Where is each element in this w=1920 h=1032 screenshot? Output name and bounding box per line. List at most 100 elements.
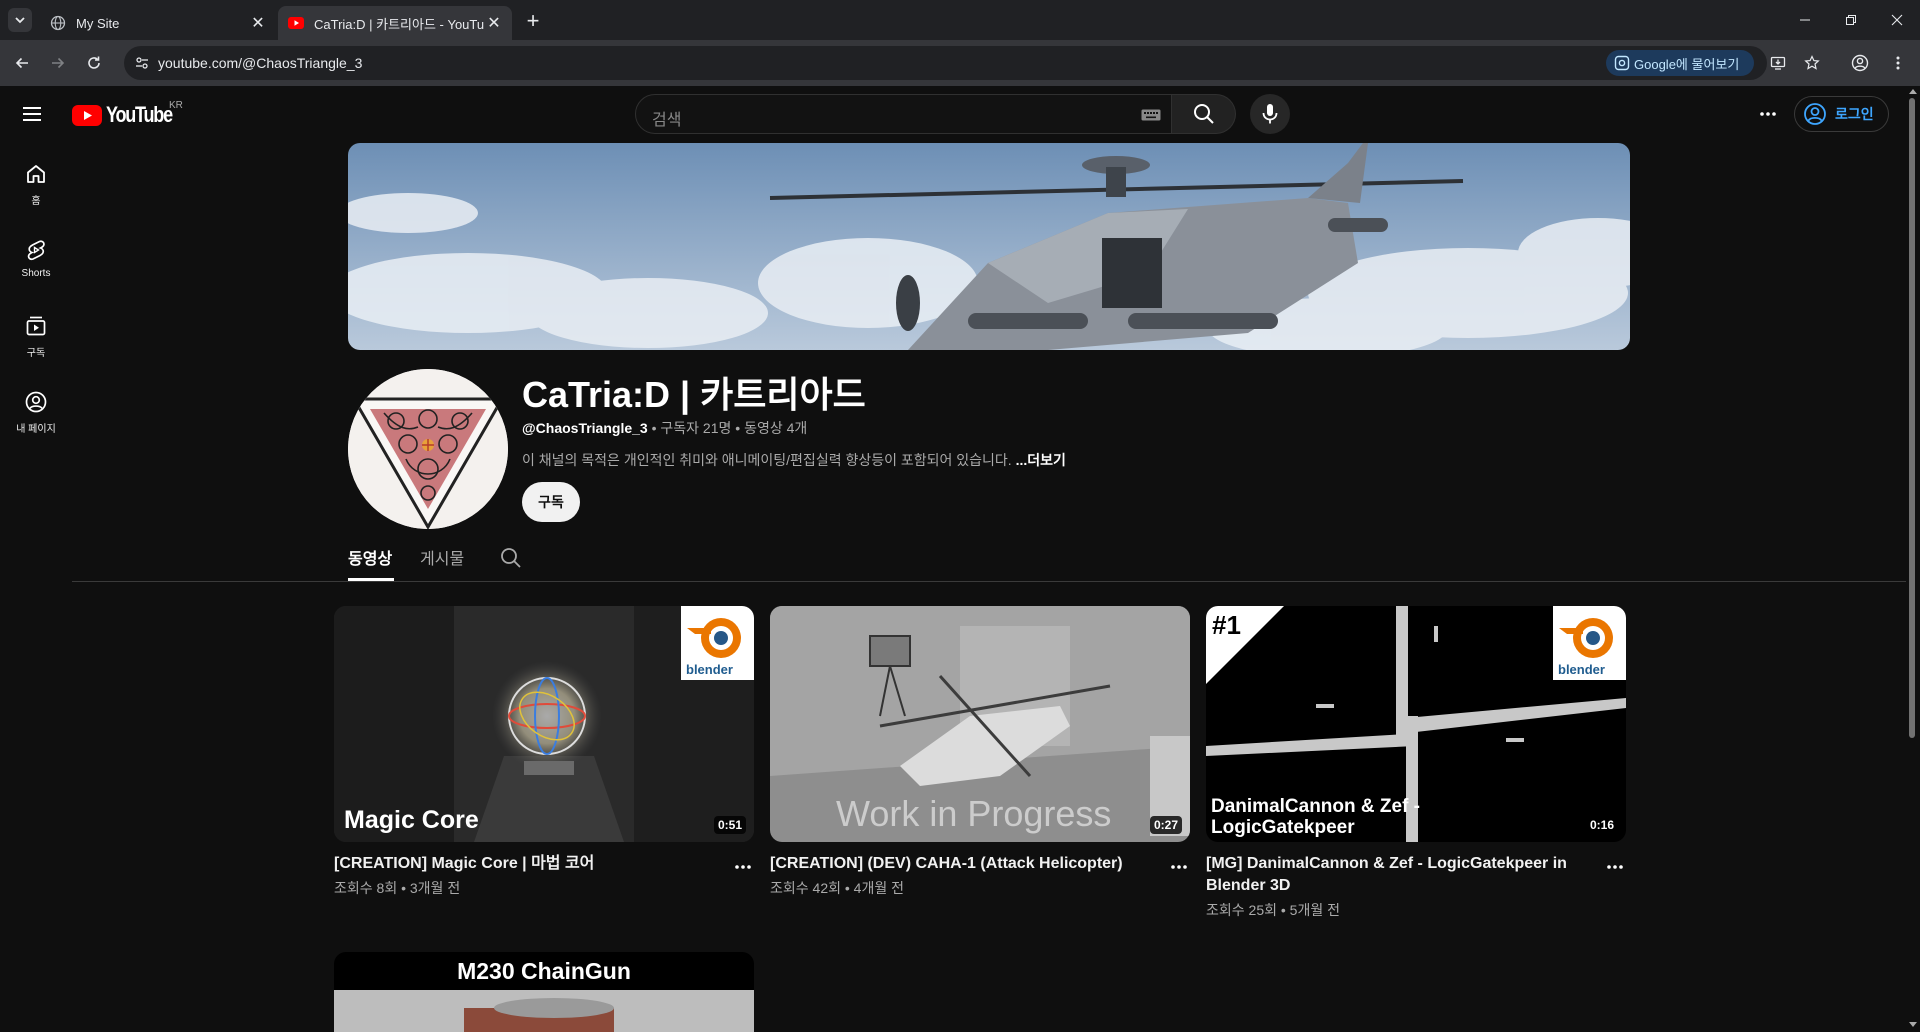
view-count: 조회수 42회 — [770, 880, 841, 896]
channel-description[interactable]: 이 채널의 목적은 개인적인 취미와 애니메이팅/편집실력 향상등이 포함되어 … — [522, 450, 1066, 470]
video-count: 동영상 4개 — [744, 420, 808, 436]
video-meta: 조회수 42회 • 4개월 전 — [770, 878, 904, 898]
meta-separator: • — [651, 420, 657, 436]
browser-tab-strip: My Site ✕ CaTria:D | 카트리아드 - YouTube ✕ + — [0, 0, 1920, 40]
view-count: 조회수 25회 — [1206, 902, 1277, 918]
search-icon — [1193, 104, 1214, 124]
install-app-button[interactable] — [1764, 49, 1792, 77]
description-text: 이 채널의 목적은 개인적인 취미와 애니메이팅/편집실력 향상등이 포함되어 … — [522, 452, 1012, 468]
guide-item-subscriptions[interactable]: 구독 — [4, 298, 68, 372]
close-tab-icon[interactable]: ✕ — [484, 13, 504, 33]
helicopter-banner-image — [348, 143, 1630, 350]
video-thumbnail[interactable]: #1 blender DanimalCannon & Zef - LogicGa… — [1206, 606, 1626, 842]
channel-meta: @ChaosTriangle_3 • 구독자 21명 • 동영상 4개 — [522, 418, 807, 438]
video-thumbnail[interactable]: Work in Progress 0:27 — [770, 606, 1190, 842]
account-circle-icon — [1851, 54, 1869, 72]
video-menu-button[interactable] — [731, 855, 755, 879]
restore-icon — [1846, 15, 1856, 25]
search-input[interactable]: 검색 — [635, 94, 1172, 134]
upload-age: 5개월 전 — [1289, 902, 1340, 918]
youtube-play-logo-icon — [72, 104, 102, 126]
sign-in-label: 로그인 — [1835, 106, 1874, 122]
bookmark-button[interactable] — [1798, 49, 1826, 77]
site-info-icon[interactable] — [130, 51, 154, 75]
install-icon — [1770, 56, 1786, 70]
search-placeholder: 검색 — [652, 112, 682, 129]
more-horizontal-icon — [1760, 112, 1776, 116]
video-menu-button[interactable] — [1167, 855, 1191, 879]
guide-item-home[interactable]: 홈 — [4, 146, 68, 220]
guide-menu-button[interactable] — [20, 102, 44, 126]
forward-button[interactable] — [44, 49, 72, 77]
arrow-right-icon — [52, 57, 65, 69]
tab-videos[interactable]: 동영상 — [348, 545, 392, 569]
channel-search-button[interactable] — [499, 546, 523, 575]
lens-chip-label: Google에 물어보기 — [1634, 56, 1740, 72]
guide-item-label: Shorts — [21, 268, 51, 279]
tabs-divider — [72, 581, 1906, 582]
blender-logo-icon — [1559, 618, 1613, 658]
more-horizontal-icon — [735, 865, 751, 869]
thumbnail-caption-line: LogicGatekpeer — [1211, 817, 1355, 838]
reload-icon — [88, 56, 100, 69]
scroll-down-icon[interactable] — [1909, 1022, 1917, 1028]
video-menu-button[interactable] — [1603, 855, 1627, 879]
sign-in-button[interactable]: 로그인 — [1794, 96, 1889, 132]
browser-tab-youtube[interactable]: CaTria:D | 카트리아드 - YouTube ✕ — [278, 6, 512, 40]
tab-posts[interactable]: 게시물 — [420, 545, 464, 569]
page-scrollbar[interactable] — [1906, 86, 1920, 1032]
browser-tab-my-site[interactable]: My Site ✕ — [40, 6, 276, 40]
subscribe-button[interactable]: 구독 — [522, 482, 580, 522]
upload-age: 3개월 전 — [409, 880, 461, 896]
google-lens-chip[interactable]: Google에 물어보기 — [1606, 50, 1754, 76]
blender-badge-text: blender — [686, 662, 733, 677]
profile-button[interactable] — [1846, 49, 1874, 77]
back-button[interactable] — [8, 49, 36, 77]
lens-icon — [1614, 55, 1630, 74]
youtube-wordmark: YouTube — [106, 102, 173, 127]
search-icon — [501, 548, 521, 568]
restore-button[interactable] — [1828, 4, 1874, 36]
close-tab-icon[interactable]: ✕ — [248, 13, 268, 33]
address-bar[interactable]: youtube.com/@ChaosTriangle_3 Google에 물어보… — [124, 46, 1767, 80]
video-title[interactable]: [CREATION] Magic Core | 마법 코어 — [334, 853, 730, 875]
close-window-button[interactable] — [1874, 4, 1920, 36]
video-thumbnail[interactable]: blender Magic Core 0:51 — [334, 606, 754, 842]
channel-banner — [348, 143, 1630, 350]
youtube-favicon-icon — [288, 15, 304, 31]
video-title[interactable]: [CREATION] (DEV) CAHA-1 (Attack Helicopt… — [770, 853, 1166, 875]
guide-item-label: 내 페이지 — [16, 424, 56, 435]
voice-search-button[interactable] — [1250, 94, 1290, 134]
thumbnail-caption: Work in Progress — [836, 793, 1112, 834]
close-icon — [1891, 14, 1903, 26]
view-count: 조회수 8회 — [334, 880, 398, 896]
tab-title: CaTria:D | 카트리아드 - YouTube — [314, 16, 484, 32]
blender-badge: blender — [681, 606, 754, 680]
tab-search-dropdown-button[interactable] — [8, 8, 32, 32]
video-meta: 조회수 25회 • 5개월 전 — [1206, 900, 1340, 920]
youtube-masthead: YouTube KR 검색 로그인 — [0, 86, 1920, 142]
reload-button[interactable] — [80, 49, 108, 77]
minimize-button[interactable] — [1782, 4, 1828, 36]
guide-item-shorts[interactable]: Shorts — [4, 222, 68, 296]
arrow-left-icon — [15, 57, 28, 69]
keyboard-icon[interactable] — [1141, 108, 1161, 126]
settings-more-button[interactable] — [1752, 98, 1784, 130]
new-tab-button[interactable]: + — [520, 8, 546, 34]
video-title[interactable]: [MG] DanimalCannon & Zef - LogicGatekpee… — [1206, 853, 1602, 897]
country-code: KR — [169, 100, 183, 111]
video-thumbnail[interactable]: M230 ChainGun — [334, 952, 754, 1032]
channel-avatar — [348, 369, 508, 529]
scroll-up-icon[interactable] — [1909, 88, 1917, 94]
search-button[interactable] — [1172, 94, 1236, 134]
meta-separator: • — [735, 420, 741, 436]
more-horizontal-icon — [1171, 865, 1187, 869]
shorts-icon — [27, 240, 45, 261]
scroll-thumb[interactable] — [1909, 98, 1915, 738]
browser-toolbar: youtube.com/@ChaosTriangle_3 Google에 물어보… — [0, 40, 1920, 86]
video-duration: 0:16 — [1585, 816, 1618, 834]
guide-item-label: 홈 — [31, 196, 41, 207]
more-description-link[interactable]: ...더보기 — [1016, 452, 1066, 468]
browser-menu-button[interactable] — [1884, 49, 1912, 77]
guide-item-my-page[interactable]: 내 페이지 — [4, 374, 68, 448]
